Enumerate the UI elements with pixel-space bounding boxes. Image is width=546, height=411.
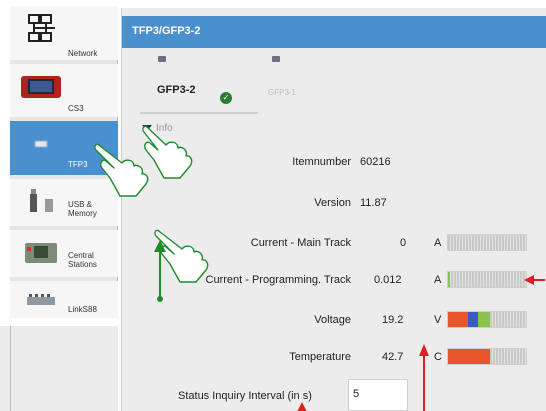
red-up-arrow-icon: [297, 402, 307, 411]
red-left-arrow-icon: [524, 275, 545, 285]
green-up-arrow-icon: [154, 240, 166, 302]
red-up-arrow-icon: [419, 344, 429, 411]
pointing-hand-icon: [154, 229, 209, 283]
annotation-overlay: [94, 125, 545, 411]
pointing-hand-icon: [142, 125, 193, 179]
pointing-hand-icon: [94, 143, 149, 197]
